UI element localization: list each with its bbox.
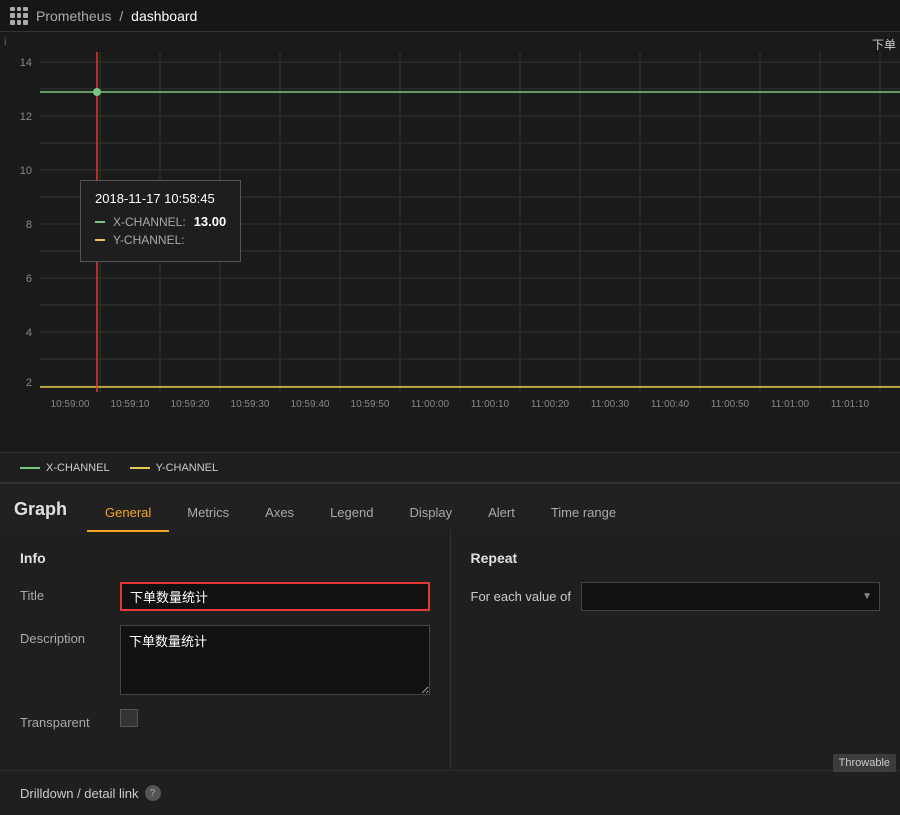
description-input[interactable]: 下单数量统计 (120, 625, 430, 695)
repeat-row: For each value of (471, 582, 881, 611)
grid-icon (10, 7, 28, 25)
svg-text:11:00:00: 11:00:00 (411, 399, 450, 410)
app-name: Prometheus (36, 8, 111, 24)
svg-text:11:00:40: 11:00:40 (651, 399, 690, 410)
y-channel-legend-label: Y-CHANNEL (156, 462, 219, 474)
tab-legend[interactable]: Legend (312, 495, 391, 532)
svg-text:11:00:10: 11:00:10 (471, 399, 510, 410)
tab-general[interactable]: General (87, 495, 169, 532)
transparent-checkbox-wrapper (120, 709, 138, 727)
svg-text:14: 14 (20, 57, 32, 69)
legend-y-channel: Y-CHANNEL (130, 462, 219, 474)
y-channel-legend-line (130, 467, 150, 469)
header: Prometheus / dashboard (0, 0, 900, 32)
tabs-bar: Graph General Metrics Axes Legend Displa… (0, 482, 900, 530)
svg-text:12: 12 (20, 111, 32, 123)
tab-display[interactable]: Display (391, 495, 470, 532)
svg-text:10:59:20: 10:59:20 (171, 399, 210, 410)
repeat-section-title: Repeat (471, 550, 881, 566)
breadcrumb: Prometheus / dashboard (36, 8, 197, 24)
x-channel-legend-label: X-CHANNEL (46, 462, 110, 474)
x-channel-legend-line (20, 467, 40, 469)
graph-section-label: Graph (0, 499, 87, 530)
drilldown-label: Drilldown / detail link (20, 786, 139, 801)
description-label: Description (20, 625, 120, 646)
svg-text:11:00:50: 11:00:50 (711, 399, 750, 410)
svg-text:8: 8 (26, 219, 32, 231)
help-icon[interactable]: ? (145, 785, 161, 801)
transparent-label: Transparent (20, 709, 120, 730)
repeat-select-wrapper (581, 582, 880, 611)
svg-text:6: 6 (26, 273, 32, 285)
svg-text:10:59:10: 10:59:10 (111, 399, 150, 410)
panel-content: Info Title Description 下单数量统计 Transparen… (0, 530, 900, 770)
info-section-title: Info (20, 550, 430, 566)
svg-text:2: 2 (26, 377, 32, 389)
transparent-row: Transparent (20, 709, 430, 730)
legend-x-channel: X-CHANNEL (20, 462, 110, 474)
svg-text:11:00:30: 11:00:30 (591, 399, 630, 410)
title-input-wrapper (120, 582, 430, 611)
repeat-panel: Repeat For each value of (451, 530, 900, 770)
chart-legend: X-CHANNEL Y-CHANNEL (0, 452, 900, 482)
chart-svg: 14 12 10 8 6 4 2 10:59:00 10:59:10 10:59… (0, 32, 900, 422)
tab-axes[interactable]: Axes (247, 495, 312, 532)
svg-text:10:59:50: 10:59:50 (351, 399, 390, 410)
graph-top-right-label: 下单 (872, 36, 896, 53)
repeat-select[interactable] (581, 582, 880, 611)
graph-container: i 下单 14 12 1 (0, 32, 900, 452)
svg-text:11:00:20: 11:00:20 (531, 399, 570, 410)
drilldown-section: Drilldown / detail link ? (0, 770, 900, 815)
svg-text:10: 10 (20, 165, 32, 177)
description-row: Description 下单数量统计 (20, 625, 430, 695)
svg-text:10:59:40: 10:59:40 (291, 399, 330, 410)
watermark: Throwable (833, 754, 896, 772)
title-row: Title (20, 582, 430, 611)
svg-text:4: 4 (26, 327, 32, 339)
breadcrumb-sep: / (119, 8, 127, 24)
for-each-label: For each value of (471, 589, 571, 604)
tab-alert[interactable]: Alert (470, 495, 533, 532)
title-input[interactable] (122, 584, 428, 609)
svg-text:11:01:00: 11:01:00 (771, 399, 810, 410)
title-label: Title (20, 582, 120, 603)
svg-text:10:59:00: 10:59:00 (51, 399, 90, 410)
svg-text:11:01:10: 11:01:10 (831, 399, 870, 410)
page-name: dashboard (131, 8, 197, 24)
tab-metrics[interactable]: Metrics (169, 495, 247, 532)
info-panel: Info Title Description 下单数量统计 Transparen… (0, 530, 451, 770)
svg-text:10:59:30: 10:59:30 (231, 399, 270, 410)
transparent-checkbox[interactable] (120, 709, 138, 727)
tab-time-range[interactable]: Time range (533, 495, 634, 532)
graph-info-label: i (4, 36, 6, 48)
